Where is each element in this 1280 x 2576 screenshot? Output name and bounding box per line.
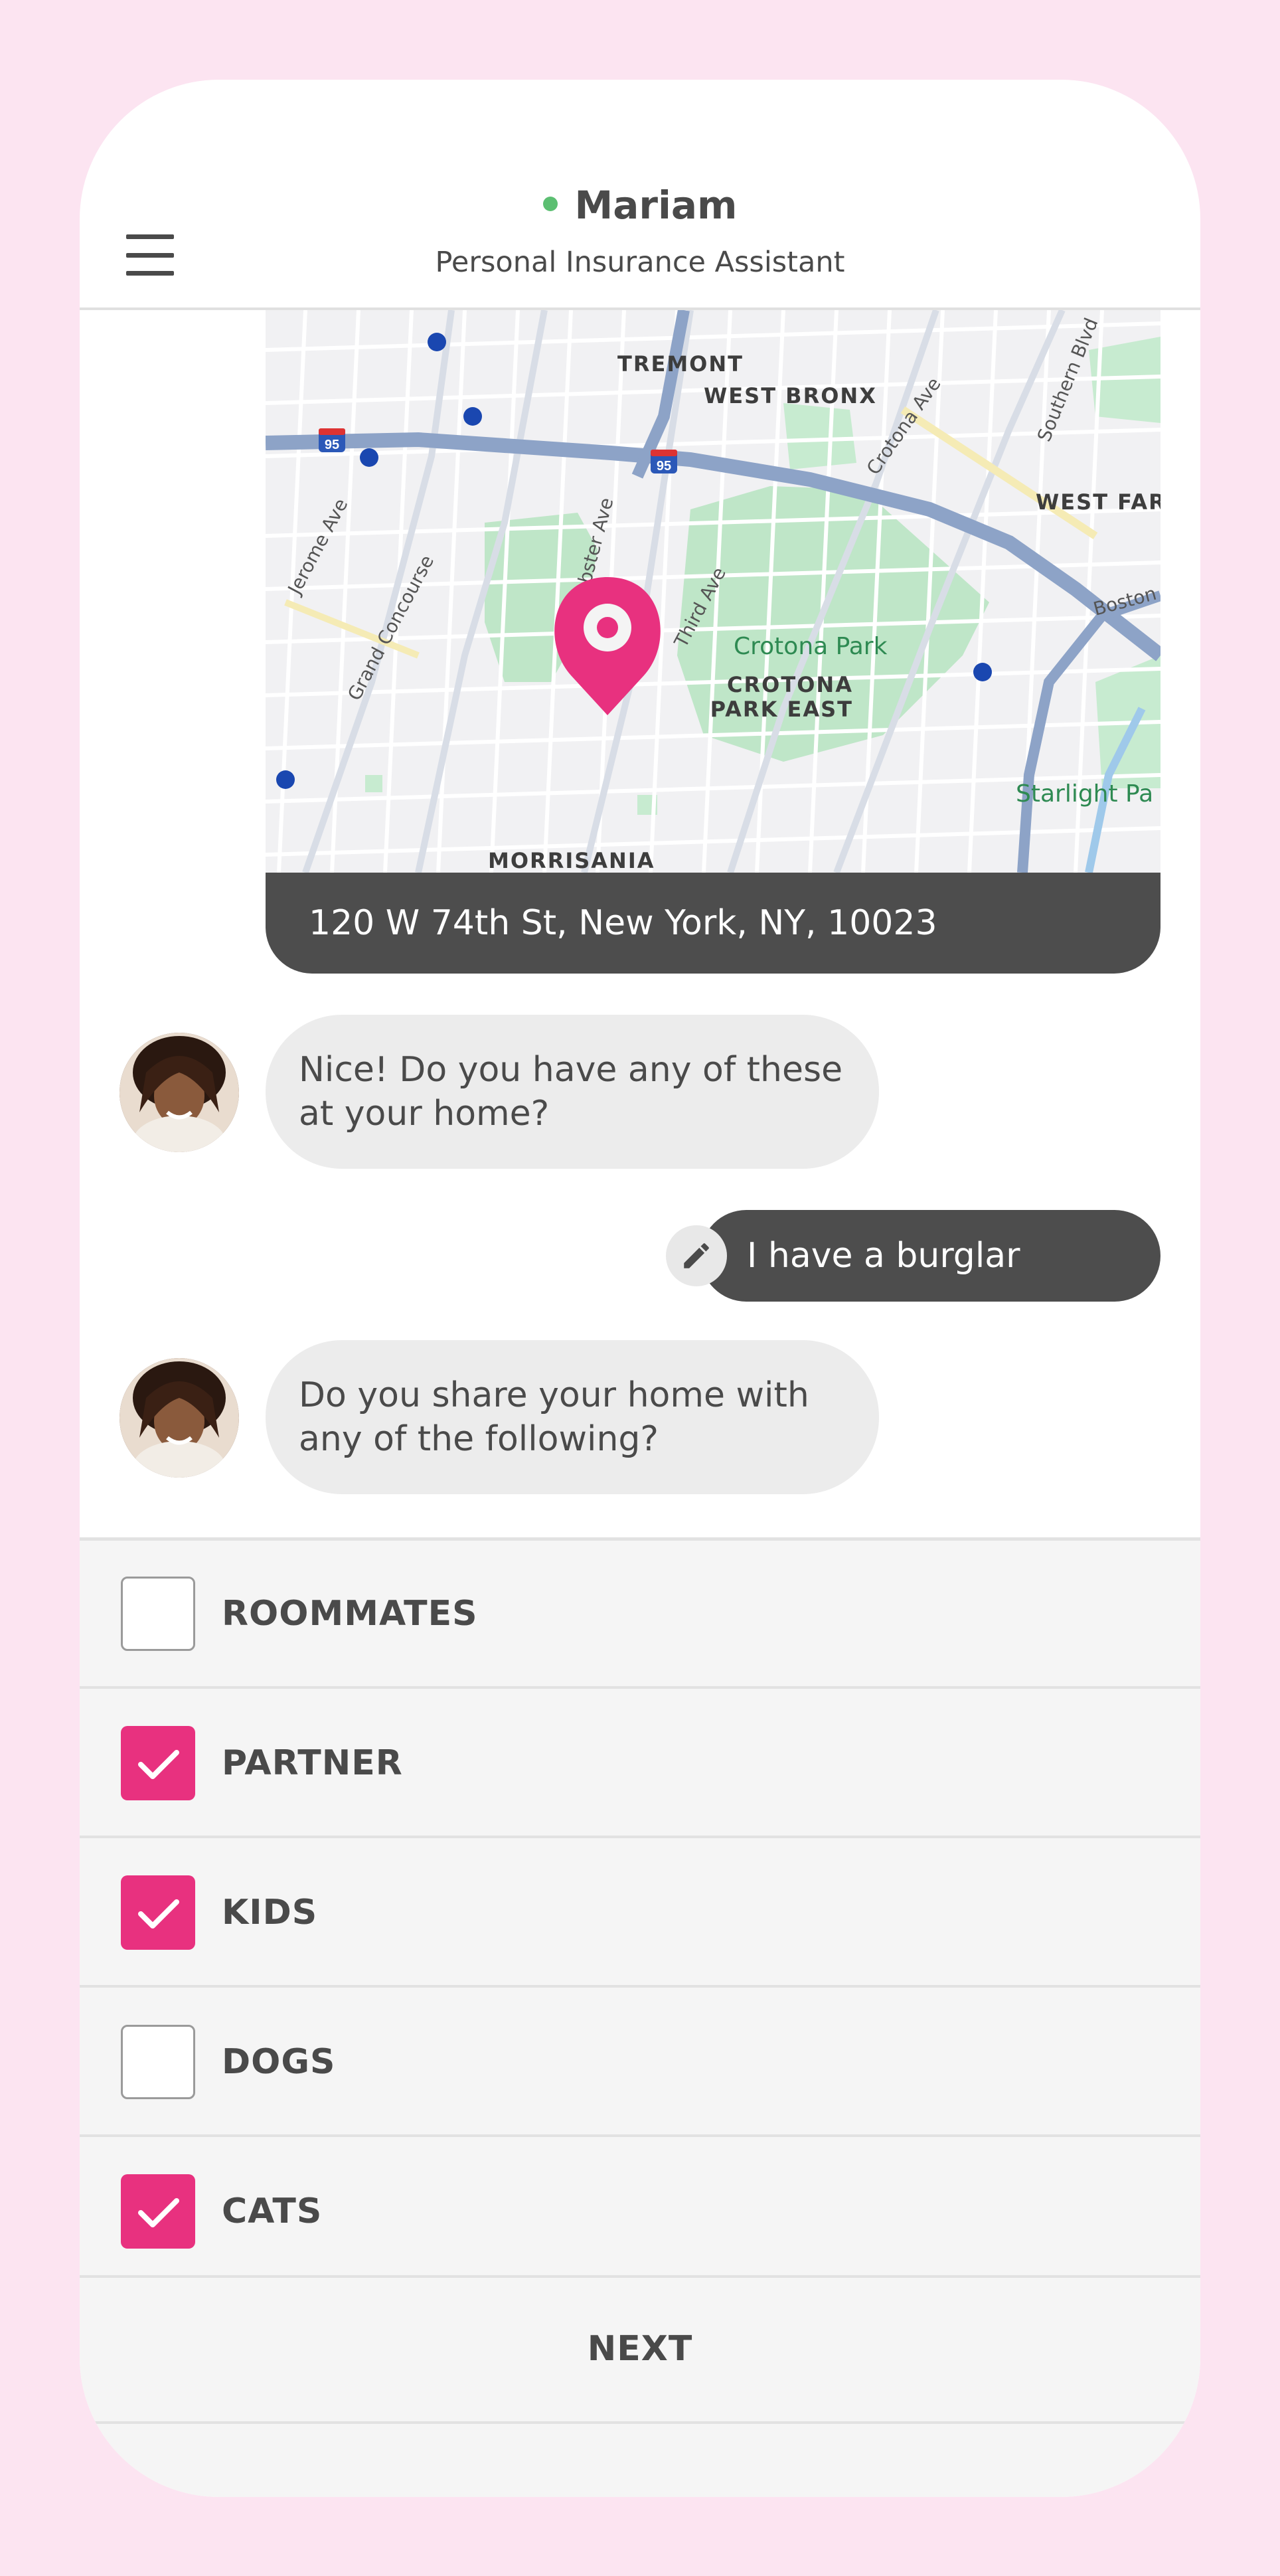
checkbox-unchecked[interactable] [121, 2025, 195, 2099]
chat-header: Mariam Personal Insurance Assistant [80, 80, 1200, 310]
user-message-bubble: I have a burglar alarm [700, 1210, 1160, 1367]
agent-avatar [120, 1033, 239, 1152]
svg-text:95: 95 [657, 459, 671, 473]
option-label: KIDS [222, 1893, 318, 1932]
online-status-dot [542, 196, 558, 211]
agent-message-bubble: Do you share your home with any of the f… [266, 1340, 879, 1494]
option-label: PARTNER [222, 1743, 403, 1783]
checkmark-icon [138, 1899, 179, 1929]
interstate-shield-icon-1: 95 [319, 428, 345, 452]
agent-avatar [120, 1358, 239, 1478]
svg-text:WEST FAR: WEST FAR [1036, 489, 1160, 515]
checkbox-unchecked[interactable] [121, 1577, 195, 1651]
location-map-card[interactable]: 95 95 TREMONT WEST BRONX WEST FAR CROTON… [266, 310, 1160, 974]
edit-answer-button[interactable] [666, 1225, 727, 1286]
agent-name-row: Mariam [80, 186, 1200, 224]
option-dogs[interactable]: DOGS [80, 1988, 1200, 2137]
option-partner[interactable]: PARTNER [80, 1689, 1200, 1838]
checkmark-icon [138, 2198, 179, 2227]
option-roommates[interactable]: ROOMMATES [80, 1541, 1200, 1689]
svg-text:WEST BRONX: WEST BRONX [704, 383, 877, 408]
option-kids[interactable]: KIDS [80, 1838, 1200, 1988]
option-cats[interactable]: CATS [80, 2137, 1200, 2278]
option-label: CATS [222, 2191, 323, 2231]
checkbox-checked[interactable] [121, 1875, 195, 1950]
svg-text:Crotona Park: Crotona Park [734, 633, 888, 660]
checkbox-checked[interactable] [121, 2174, 195, 2249]
checkmark-icon [138, 1750, 179, 1779]
agent-message-bubble: Nice! Do you have any of these at your h… [266, 1015, 879, 1169]
agent-name: Mariam [574, 183, 738, 228]
map-address-bar: 120 W 74th St, New York, NY, 10023 [266, 873, 1160, 974]
svg-text:PARK EAST: PARK EAST [710, 697, 853, 722]
map-image: 95 95 TREMONT WEST BRONX WEST FAR CROTON… [266, 310, 1160, 873]
pencil-icon [684, 1243, 709, 1268]
checkbox-checked[interactable] [121, 1726, 195, 1800]
phone-frame: Mariam Personal Insurance Assistant 95 9… [80, 80, 1200, 2497]
svg-text:TREMONT: TREMONT [617, 351, 744, 377]
svg-text:Starlight Pa: Starlight Pa [1016, 780, 1153, 808]
svg-text:MORRISANIA: MORRISANIA [488, 848, 655, 873]
option-label: ROOMMATES [222, 1594, 478, 1634]
svg-text:95: 95 [325, 438, 339, 452]
interstate-shield-icon-2: 95 [651, 450, 677, 473]
option-label: DOGS [222, 2042, 336, 2082]
next-button[interactable]: NEXT [80, 2276, 1200, 2424]
agent-subtitle: Personal Insurance Assistant [435, 246, 845, 279]
svg-text:CROTONA: CROTONA [727, 672, 853, 697]
